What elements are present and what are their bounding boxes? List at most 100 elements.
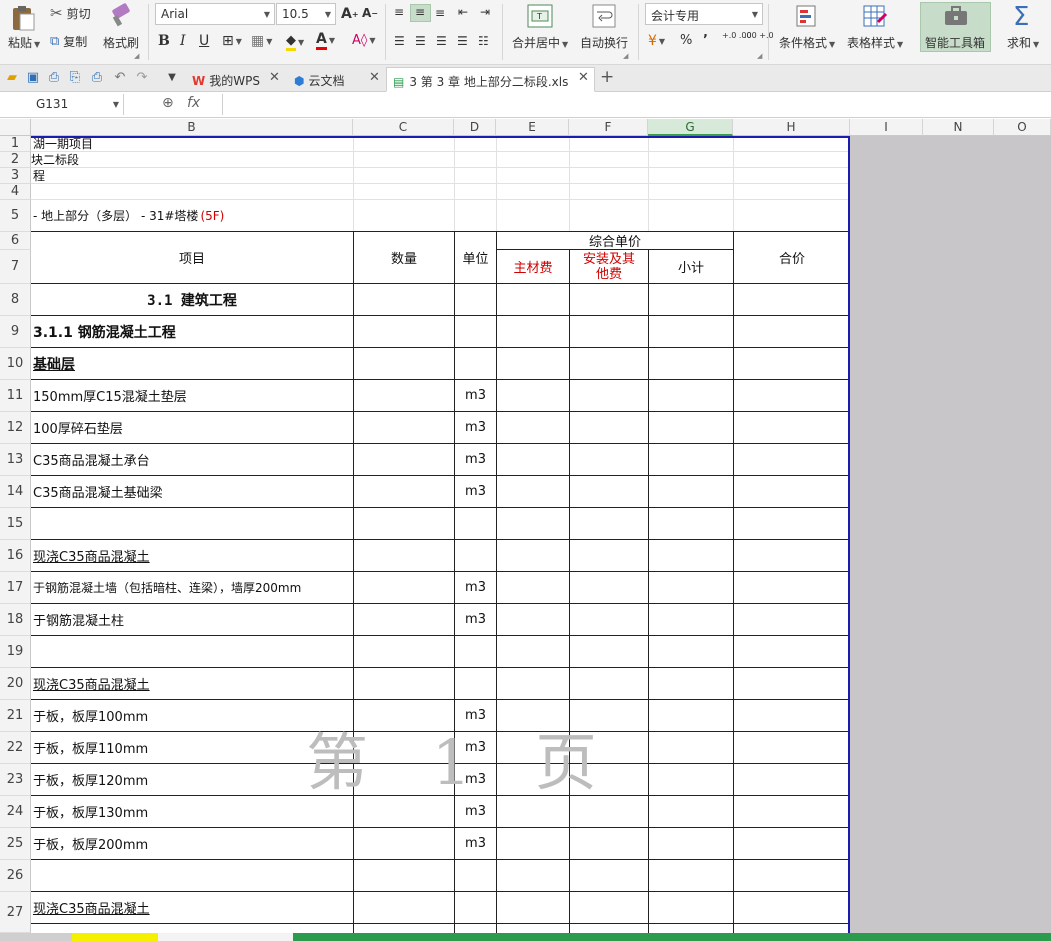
sum-button[interactable]: 求和 ▼ [1007,34,1039,51]
cell-d12[interactable]: m3 [455,412,496,443]
format-painter-button[interactable]: 格式刷 [103,34,139,51]
cell-b21[interactable]: 于板，板厚100mm [33,700,148,731]
print-icon[interactable]: ⎙ [89,70,105,86]
cell-b1[interactable]: 湖一期项目 [33,136,93,151]
paste-button[interactable]: 粘贴 ▼ [8,34,40,51]
font-size-select[interactable]: 10.5 ▼ [276,3,336,25]
currency-button[interactable]: ¥ ▼ [648,33,665,49]
cell-d17[interactable]: m3 [455,572,496,603]
merge-center-button[interactable]: 合并居中 ▼ [512,34,568,51]
cell-b9[interactable]: 3.1.1 钢筋混凝土工程 [33,316,176,347]
column-header-o[interactable]: O [994,119,1051,136]
align-center-icon[interactable]: ☰ [415,34,426,48]
align-right-icon[interactable]: ☰ [436,34,447,48]
cut-button[interactable]: ✂ 剪切 [50,4,91,22]
row-header[interactable]: 6 [0,232,31,250]
align-top-icon[interactable]: ≡ [394,5,404,19]
column-header-h[interactable]: H [733,119,850,136]
increase-decimal-button[interactable]: +.0 .00 [722,31,752,40]
cell-b3[interactable]: 程 [33,168,45,183]
align-middle-icon[interactable]: ≡ [415,5,425,19]
column-header-g[interactable]: G [648,119,733,136]
conditional-format-icon[interactable] [795,4,819,28]
tab-active-document[interactable]: ▤ 3 第 3 章 地上部分二标段.xls [386,67,595,92]
toolbox-icon[interactable] [944,5,968,27]
column-header-i[interactable]: I [850,119,923,136]
decrease-font-icon[interactable]: A − [362,6,378,20]
row-header[interactable]: 14 [0,476,31,508]
row-header[interactable]: 15 [0,508,31,540]
decrease-indent-icon[interactable]: ⇤ [458,5,468,19]
justify-icon[interactable]: ☰ [457,34,468,48]
increase-indent-icon[interactable]: ⇥ [480,5,490,19]
comma-button[interactable]: ’ [703,33,708,48]
align-left-icon[interactable]: ☰ [394,34,405,48]
row-header[interactable]: 2 [0,152,31,168]
select-all-corner[interactable] [0,119,31,136]
cell-d18[interactable]: m3 [455,604,496,635]
export-pdf-icon[interactable]: ⎘ [67,70,83,86]
decrease-decimal-button[interactable]: .00 +.0 [744,31,774,40]
row-header[interactable]: 7 [0,250,31,284]
row-header[interactable]: 13 [0,444,31,476]
sheet-tab-active[interactable] [158,933,293,941]
cell-b16[interactable]: 现浇C35商品混凝土 [33,540,150,571]
cell-b14[interactable]: C35商品混凝土基础梁 [33,476,163,507]
cell-b2[interactable]: 块二标段 [31,152,79,167]
cell-b20[interactable]: 现浇C35商品混凝土 [33,668,150,699]
formula-input[interactable] [222,94,1051,115]
row-header[interactable]: 26 [0,860,31,892]
cell-b27[interactable]: 现浇C35商品混凝土 [33,892,150,923]
row-header[interactable]: 17 [0,572,31,604]
cell-b22[interactable]: 于板，板厚110mm [33,732,148,763]
name-box[interactable]: G131 ▼ [0,94,124,115]
wrap-text-button[interactable]: 自动换行 [580,34,628,51]
italic-button[interactable]: I [180,33,186,49]
row-header[interactable]: 20 [0,668,31,700]
clear-format-button[interactable]: A◊ ▼ [352,33,375,48]
customize-toolbar-icon[interactable]: ▼ [164,70,180,86]
fill-pattern-button[interactable]: ▦ ▼ [251,33,272,49]
number-expand-icon[interactable]: ◢ [757,52,762,60]
number-format-select[interactable]: 会计专用 ▼ [645,3,763,25]
column-header-f[interactable]: F [569,119,648,136]
column-header-b[interactable]: B [31,119,353,136]
column-header-n[interactable]: N [923,119,994,136]
cell-grid[interactable]: 湖一期项目 块二标段 程 - 地上部分（多层） - 31#塔楼 (5F) 项目 数… [31,136,850,933]
save-icon[interactable]: ▣ [25,70,41,86]
redo-icon[interactable]: ↷ [134,70,150,86]
row-header[interactable]: 5 [0,200,31,232]
zoom-search-icon[interactable]: ⊕ [162,95,174,111]
copy-button[interactable]: ⧉ 复制 [50,33,87,50]
underline-button[interactable]: U [199,33,209,49]
cell-b25[interactable]: 于板，板厚200mm [33,828,148,859]
wrap-text-icon[interactable] [592,4,616,28]
tab-cloud-docs[interactable]: ⬢ 云文档 [288,67,351,92]
column-header-d[interactable]: D [454,119,496,136]
row-header[interactable]: 4 [0,184,31,200]
font-name-select[interactable]: Arial ▼ [155,3,275,25]
sheet-tab-yellow[interactable] [72,933,158,941]
cell-b10[interactable]: 基础层 [33,348,75,379]
cell-b5[interactable]: - 地上部分（多层） - 31#塔楼 (5F) [33,200,224,231]
undo-icon[interactable]: ↶ [112,70,128,86]
table-style-button[interactable]: 表格样式 ▼ [847,34,903,51]
cell-d11[interactable]: m3 [455,380,496,411]
percent-button[interactable]: % [680,33,692,48]
format-painter-icon[interactable] [107,3,133,29]
close-tab-my-wps-icon[interactable]: ✕ [269,70,280,85]
cell-b11[interactable]: 150mm厚C15混凝土垫层 [33,380,187,411]
font-color-button[interactable]: A ▼ [316,31,335,50]
cell-d25[interactable]: m3 [455,828,496,859]
border-button[interactable]: ⊞ ▼ [222,33,242,49]
cell-b13[interactable]: C35商品混凝土承台 [33,444,150,475]
conditional-format-button[interactable]: 条件格式 ▼ [779,34,835,51]
cell-b24[interactable]: 于板，板厚130mm [33,796,148,827]
distribute-icon[interactable]: ☷ [478,34,489,48]
row-header[interactable]: 23 [0,764,31,796]
print-preview-icon[interactable]: ⎙ [46,70,62,86]
cell-b23[interactable]: 于板，板厚120mm [33,764,148,795]
row-header[interactable]: 24 [0,796,31,828]
fill-color-button[interactable]: ◆ ▼ [286,33,304,51]
row-header[interactable]: 10 [0,348,31,380]
